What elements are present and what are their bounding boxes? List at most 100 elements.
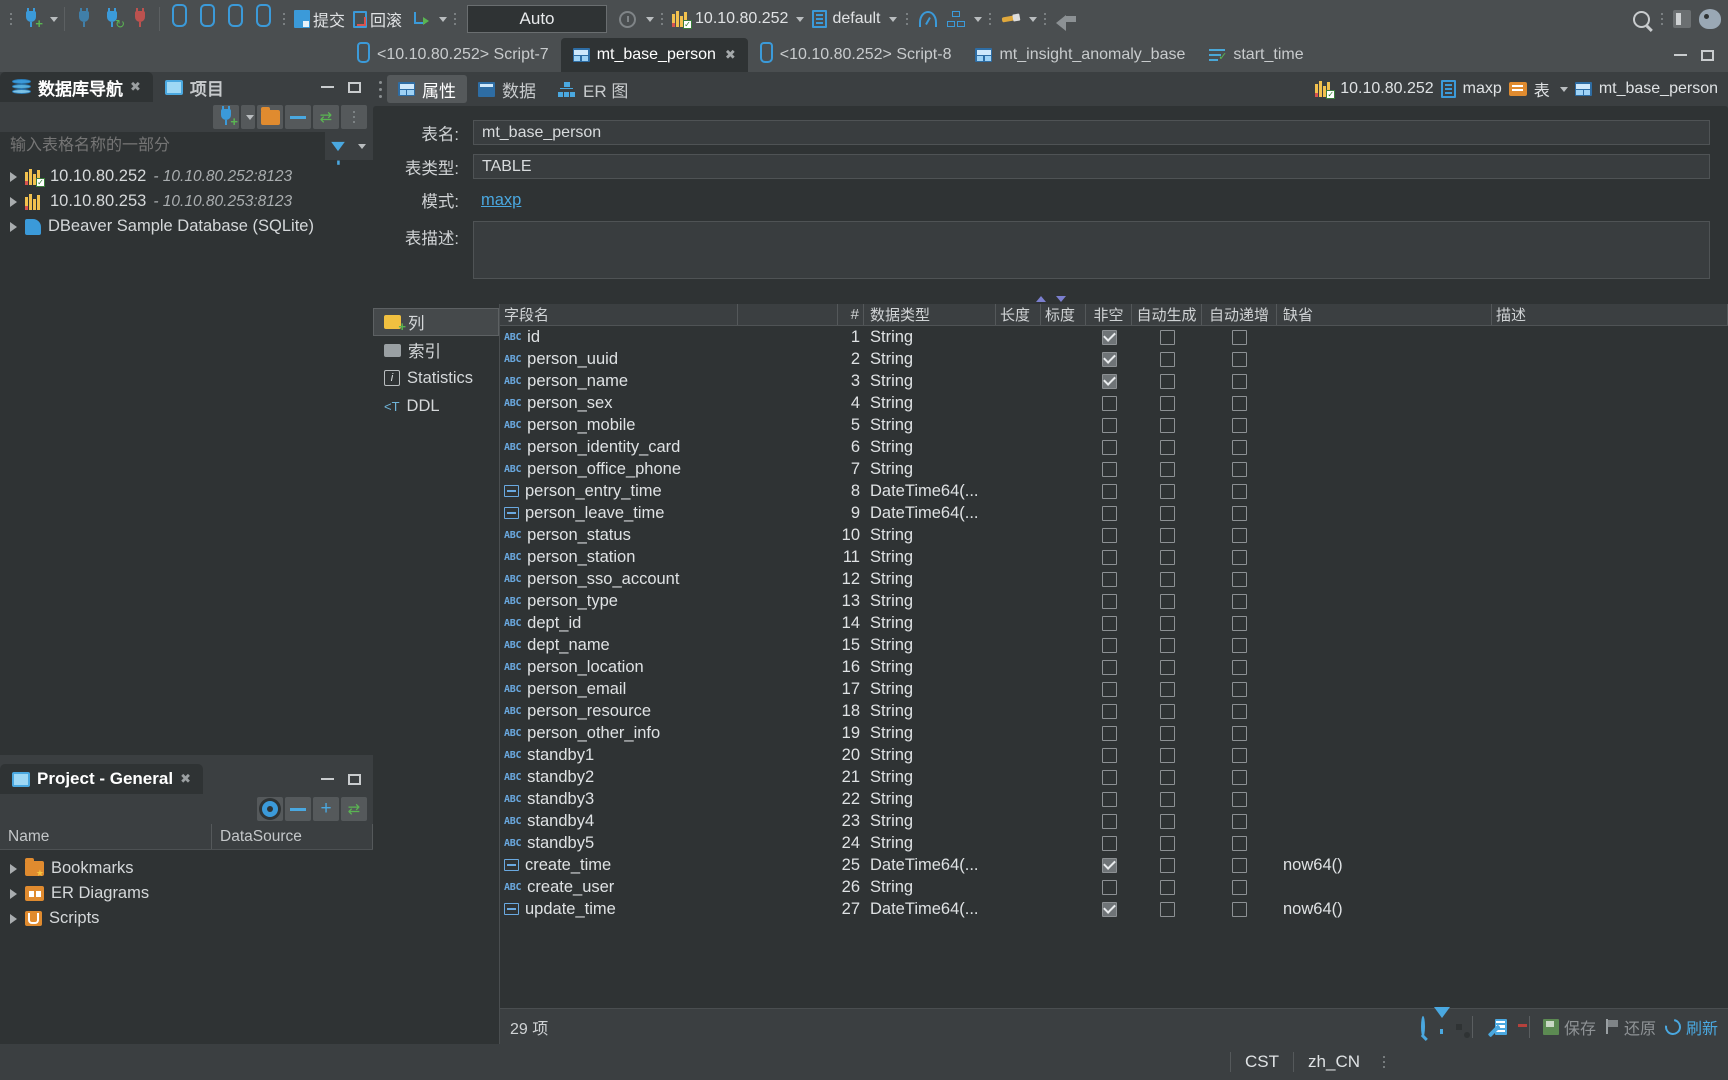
auto-generated-checkbox[interactable]: [1159, 461, 1175, 477]
chevron-right-icon[interactable]: [10, 888, 17, 899]
minimize-icon[interactable]: [321, 86, 334, 88]
toolbar-grip-7[interactable]: [1042, 6, 1049, 32]
timezone-label[interactable]: CST: [1230, 1052, 1293, 1072]
editor-tab-mt-insight-anomaly-base[interactable]: mt_insight_anomaly_base: [963, 38, 1197, 72]
maximize-icon[interactable]: [348, 81, 361, 93]
sql-editor-button[interactable]: [165, 4, 193, 34]
close-icon[interactable]: ✖: [130, 79, 141, 95]
editor-toolbar-grip[interactable]: [373, 72, 387, 106]
filter-settings-button[interactable]: [325, 134, 351, 165]
minimize-icon[interactable]: [1674, 54, 1687, 56]
panel-splitter[interactable]: [0, 755, 373, 764]
table-row[interactable]: [500, 920, 1728, 942]
chevron-right-icon[interactable]: [10, 863, 17, 874]
minimize-icon[interactable]: [321, 778, 334, 780]
new-connection-button[interactable]: +: [213, 105, 239, 129]
maximize-icon[interactable]: [1701, 49, 1714, 61]
table-row[interactable]: ABC person_other_info 19 String: [500, 722, 1728, 744]
not-null-checkbox[interactable]: [1101, 483, 1117, 499]
collapse-all-button[interactable]: [285, 797, 311, 821]
auto-increment-checkbox[interactable]: [1232, 725, 1247, 741]
active-connection-selector[interactable]: ✓ 10.10.80.252: [668, 10, 808, 29]
not-null-checkbox[interactable]: [1101, 747, 1117, 763]
auto-generated-checkbox[interactable]: [1159, 879, 1175, 895]
not-null-checkbox[interactable]: [1101, 461, 1117, 477]
column-header-datasource[interactable]: DataSource: [212, 824, 373, 849]
auto-increment-checkbox[interactable]: [1232, 593, 1247, 609]
auto-increment-checkbox[interactable]: [1232, 417, 1247, 433]
sql-editor-recent-button[interactable]: [249, 4, 277, 34]
not-null-checkbox[interactable]: [1101, 527, 1117, 543]
auto-generated-checkbox[interactable]: [1159, 813, 1175, 829]
tab-project-general[interactable]: Project - General ✖: [0, 764, 203, 794]
table-row[interactable]: ABC dept_name 15 String: [500, 634, 1728, 656]
not-null-checkbox[interactable]: [1101, 373, 1117, 389]
section-indexes[interactable]: 索引: [373, 336, 499, 364]
tree-item-10-10-80-252[interactable]: ✓ 10.10.80.252 - 10.10.80.252:8123: [0, 164, 373, 189]
auto-increment-checkbox[interactable]: [1232, 681, 1247, 697]
invalidate-button[interactable]: [126, 4, 154, 34]
table-row[interactable]: ABC person_name 3 String: [500, 370, 1728, 392]
auto-generated-checkbox[interactable]: [1159, 593, 1175, 609]
toolbar-grip-3[interactable]: [451, 6, 458, 32]
revert-button[interactable]: 还原: [1605, 1015, 1656, 1039]
auto-generated-checkbox[interactable]: [1159, 395, 1175, 411]
not-null-checkbox[interactable]: [1101, 769, 1117, 785]
sort-desc-icon[interactable]: [1055, 296, 1066, 302]
auto-increment-checkbox[interactable]: [1232, 505, 1247, 521]
table-row[interactable]: ABC person_status 10 String: [500, 524, 1728, 546]
column-header-not-null[interactable]: 非空: [1086, 304, 1132, 325]
toolbar-grip-2[interactable]: [280, 6, 287, 32]
auto-generated-checkbox[interactable]: [1159, 637, 1175, 653]
not-null-checkbox[interactable]: [1101, 901, 1117, 917]
editor-tab-script-7[interactable]: <10.10.80.252> Script-7: [345, 38, 561, 72]
theme-dropdown[interactable]: [1025, 4, 1039, 34]
column-header-blank[interactable]: [738, 304, 838, 325]
filter-button[interactable]: [1433, 1006, 1450, 1036]
column-header-field-name[interactable]: 字段名: [500, 304, 738, 325]
refresh-button[interactable]: 刷新: [1661, 1015, 1718, 1039]
section-columns[interactable]: 列: [373, 308, 499, 336]
auto-generated-checkbox[interactable]: [1159, 351, 1175, 367]
auto-generated-checkbox[interactable]: [1159, 791, 1175, 807]
table-row[interactable]: ABC standby2 21 String: [500, 766, 1728, 788]
not-null-checkbox[interactable]: [1101, 681, 1117, 697]
not-null-checkbox[interactable]: [1101, 615, 1117, 631]
section-statistics[interactable]: i Statistics: [373, 364, 499, 392]
not-null-checkbox[interactable]: [1101, 593, 1117, 609]
editor-tab-mt-base-person[interactable]: mt_base_person ✖: [560, 38, 748, 72]
not-null-checkbox[interactable]: [1101, 505, 1117, 521]
toolbar-grip[interactable]: [7, 6, 14, 32]
table-name-input[interactable]: mt_base_person: [473, 120, 1710, 145]
auto-increment-checkbox[interactable]: [1232, 703, 1247, 719]
chevron-right-icon[interactable]: [10, 171, 17, 182]
sql-editor-open-button[interactable]: [193, 4, 221, 34]
disconnect-button[interactable]: [70, 4, 98, 34]
breadcrumb-table[interactable]: mt_base_person: [1599, 80, 1718, 98]
auto-generated-checkbox[interactable]: [1159, 549, 1175, 565]
breadcrumb-connection[interactable]: 10.10.80.252: [1340, 80, 1433, 98]
table-row[interactable]: ABC standby5 24 String: [500, 832, 1728, 854]
database-tree[interactable]: ✓ 10.10.80.252 - 10.10.80.252:8123 10.10…: [0, 160, 373, 755]
link-editor-button[interactable]: ⇄: [313, 105, 339, 129]
auto-increment-checkbox[interactable]: [1232, 373, 1247, 389]
not-null-checkbox[interactable]: [1101, 395, 1117, 411]
auto-increment-checkbox[interactable]: [1232, 857, 1247, 873]
column-header-description[interactable]: 描述: [1492, 304, 1728, 325]
navigator-menu-button[interactable]: [341, 105, 367, 129]
toolbar-grip-8[interactable]: [1658, 6, 1665, 32]
table-row[interactable]: ABC person_station 11 String: [500, 546, 1728, 568]
sql-editor-new-button[interactable]: [221, 4, 249, 34]
table-row[interactable]: ABC id 1 String: [500, 326, 1728, 348]
auto-increment-checkbox[interactable]: [1232, 571, 1247, 587]
not-null-checkbox[interactable]: [1101, 417, 1117, 433]
column-header-ordinal[interactable]: #: [838, 304, 864, 325]
auto-increment-checkbox[interactable]: [1232, 439, 1247, 455]
search-input[interactable]: [0, 132, 325, 160]
locale-label[interactable]: zh_CN: [1293, 1052, 1374, 1072]
column-header-scale[interactable]: 标度: [1041, 304, 1086, 325]
not-null-checkbox[interactable]: [1101, 549, 1117, 565]
active-schema-selector[interactable]: default: [808, 10, 900, 28]
auto-increment-checkbox[interactable]: [1232, 879, 1247, 895]
auto-generated-checkbox[interactable]: [1159, 373, 1175, 389]
